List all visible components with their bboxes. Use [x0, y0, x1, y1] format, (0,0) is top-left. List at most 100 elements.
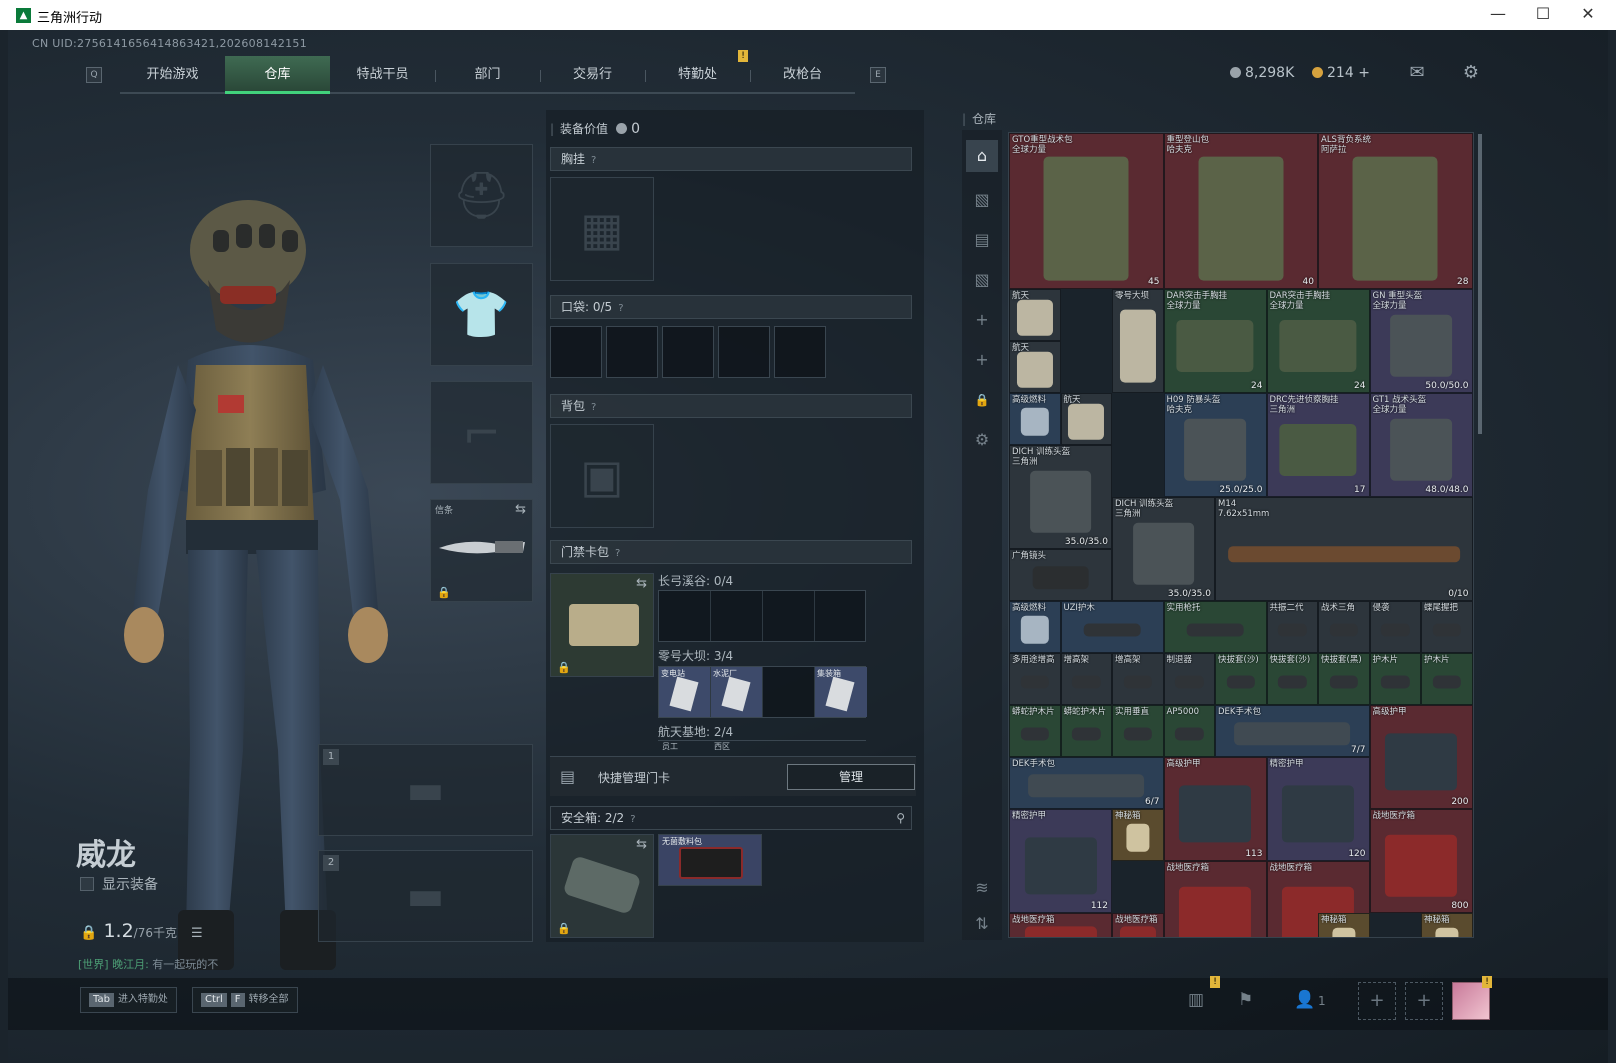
warehouse-item[interactable]: DICH 训练头盔 三角洲 35.0/35.0 [1009, 445, 1112, 549]
tab-warehouse[interactable]: 仓库 [225, 56, 330, 94]
help-icon[interactable]: ? [615, 548, 620, 559]
warehouse-item[interactable]: 增高架 [1060, 653, 1112, 705]
keycard-slot[interactable] [659, 591, 711, 641]
close-button[interactable]: ✕ [1578, 4, 1598, 23]
settings-gear-icon[interactable]: ⚙ [1460, 64, 1482, 82]
mail-icon[interactable]: ✉ [1406, 64, 1428, 82]
layers-icon[interactable]: ≋ [972, 878, 992, 898]
checkbox[interactable] [80, 877, 94, 891]
warehouse-item[interactable]: M14 7.62x51mm 0/10 [1215, 497, 1473, 601]
invite-slot-button[interactable]: + [1405, 982, 1443, 1020]
keycard-slot[interactable] [815, 591, 867, 641]
help-icon[interactable]: ? [630, 814, 635, 825]
warehouse-item[interactable]: GT1 战术头盔 全球力量 48.0/48.0 [1369, 393, 1473, 497]
warehouse-item[interactable]: 制退器 [1163, 653, 1215, 705]
armor-slot[interactable]: 👕 [430, 263, 533, 366]
transfer-all-button[interactable]: Ctrl F 转移全部 [192, 987, 298, 1013]
warehouse-item[interactable]: 高级护甲 200 [1369, 705, 1473, 809]
keycard-slot[interactable] [763, 591, 815, 641]
warehouse-item[interactable]: GTO重型战术包 全球力量 45 [1009, 133, 1164, 289]
warehouse-item[interactable]: 航天 [1009, 289, 1061, 341]
warehouse-item[interactable]: 战地医疗箱 800 [1369, 809, 1473, 913]
pocket-slot[interactable] [718, 326, 770, 378]
warehouse-item[interactable]: 航天 [1009, 341, 1061, 393]
keycard-slot[interactable] [711, 591, 763, 641]
warehouse-item[interactable]: 增高架 [1112, 653, 1164, 705]
warehouse-item[interactable]: DRC先进侦察胸挂 三角洲 17 [1266, 393, 1370, 497]
warehouse-item[interactable]: 精密护甲 112 [1009, 809, 1112, 913]
maximize-button[interactable]: ☐ [1533, 4, 1553, 23]
primary-weapon-slot[interactable]: 1 ▬ [318, 744, 533, 836]
warehouse-item[interactable]: 快拔套(黑) [1318, 653, 1370, 705]
warehouse-tab-icon[interactable]: ▧ [972, 190, 992, 210]
sort-icon[interactable]: ⇅ [972, 914, 992, 934]
flag-icon[interactable]: ⚑ [1238, 990, 1253, 1010]
warehouse-scrollbar[interactable] [1478, 134, 1482, 434]
warehouse-item[interactable]: 广角镜头 [1009, 549, 1112, 601]
warehouse-item[interactable]: 神秘箱 [1112, 809, 1164, 861]
warehouse-item[interactable]: UZI护木 [1060, 601, 1164, 653]
secondary-weapon-slot[interactable]: 2 ▬ [318, 850, 533, 942]
minimize-button[interactable]: — [1488, 4, 1508, 23]
chat-line[interactable]: [世界] 晚江月: 有一起玩的不 [78, 956, 218, 972]
list-icon[interactable]: ☰ [191, 926, 203, 941]
warehouse-item[interactable]: 多用途增高 [1009, 653, 1061, 705]
squad-icon[interactable]: 👤 [1294, 990, 1315, 1010]
tab-special-ops[interactable]: 特勤处 [645, 56, 750, 94]
add-tab-icon[interactable]: + [972, 310, 992, 330]
pocket-slot[interactable] [774, 326, 826, 378]
helmet-slot[interactable]: ⛑ [430, 144, 533, 247]
invite-slot-button[interactable]: + [1358, 982, 1396, 1020]
warehouse-item[interactable]: 战地医疗箱 [1112, 913, 1164, 937]
swap-icon[interactable]: ⇆ [636, 837, 647, 852]
warehouse-item[interactable]: DEK手术包 7/7 [1215, 705, 1370, 757]
warehouse-item[interactable]: 高级燃料 [1009, 393, 1061, 445]
warehouse-item[interactable]: 精密护甲 120 [1266, 757, 1370, 861]
warehouse-tab-icon[interactable]: ▤ [972, 230, 992, 250]
backpack-slot[interactable]: ▣ [550, 424, 654, 528]
warehouse-item[interactable]: 战地医疗箱 [1009, 913, 1112, 937]
tab-start-game[interactable]: 开始游戏 [120, 56, 225, 94]
warehouse-item[interactable]: 重型登山包 哈夫克 40 [1163, 133, 1318, 289]
tab-operators[interactable]: 特战干员 [330, 56, 435, 94]
pin-icon[interactable]: ⚲ [896, 807, 905, 829]
add-tab-icon[interactable]: + [972, 350, 992, 370]
warehouse-item[interactable]: 护木片 [1369, 653, 1421, 705]
warehouse-item[interactable]: ALS背负系统 阿萨拉 28 [1318, 133, 1473, 289]
warehouse-item[interactable]: AP5000 [1163, 705, 1215, 757]
manage-button[interactable]: 管理 [787, 764, 915, 790]
keycard-slot[interactable]: 水泥厂 [711, 667, 763, 717]
warehouse-item[interactable]: 护木片 [1421, 653, 1473, 705]
warehouse-item[interactable]: 蝶尾握把 [1421, 601, 1473, 653]
help-icon[interactable]: ? [591, 402, 596, 413]
safe-box-slot[interactable]: ⇆ 🔒 [550, 834, 654, 938]
melee-slot[interactable]: 信条 ⇆ 🔒 [430, 499, 533, 602]
settings-gear-icon[interactable]: ⚙ [972, 430, 992, 450]
warehouse-item[interactable]: 实用垂直 [1112, 705, 1164, 757]
warehouse-tab-icon[interactable]: ▧ [972, 270, 992, 290]
chest-rig-slot[interactable]: ▦ [550, 177, 654, 281]
warehouse-item[interactable]: DEK手术包 6/7 [1009, 757, 1164, 809]
help-icon[interactable]: ? [618, 303, 623, 314]
nav-right-key[interactable]: E [870, 67, 886, 83]
enter-special-ops-button[interactable]: Tab 进入特勤处 [80, 987, 177, 1013]
warehouse-item[interactable]: 共振二代 [1266, 601, 1318, 653]
warehouse-item[interactable]: H09 防暴头盔 哈夫克 25.0/25.0 [1163, 393, 1267, 497]
warehouse-item[interactable]: 神秘箱 [1421, 913, 1473, 937]
pocket-slot[interactable] [550, 326, 602, 378]
warehouse-item[interactable]: DICH 训练头盔 三角洲 35.0/35.0 [1112, 497, 1215, 601]
safe-box-item[interactable]: 无菌敷料包 [658, 834, 762, 886]
warehouse-item[interactable]: 高级护甲 113 [1163, 757, 1267, 861]
warehouse-item[interactable]: DAR突击手胸挂 全球力量 24 [1266, 289, 1370, 393]
warehouse-item[interactable]: 实用枪托 [1163, 601, 1267, 653]
pocket-slot[interactable] [662, 326, 714, 378]
warehouse-item[interactable]: 航天 [1060, 393, 1112, 445]
keycard-slot[interactable]: 集装箱 [815, 667, 867, 717]
tab-department[interactable]: 部门 [435, 56, 540, 94]
nav-left-key[interactable]: Q [86, 67, 102, 83]
warehouse-item[interactable]: DAR突击手胸挂 全球力量 24 [1163, 289, 1267, 393]
warehouse-item[interactable]: 蟒蛇护木片 [1060, 705, 1112, 757]
help-icon[interactable]: ? [591, 155, 596, 166]
tab-gunsmith[interactable]: 改枪台 [750, 56, 855, 94]
warehouse-item[interactable]: 侵袭 [1369, 601, 1421, 653]
